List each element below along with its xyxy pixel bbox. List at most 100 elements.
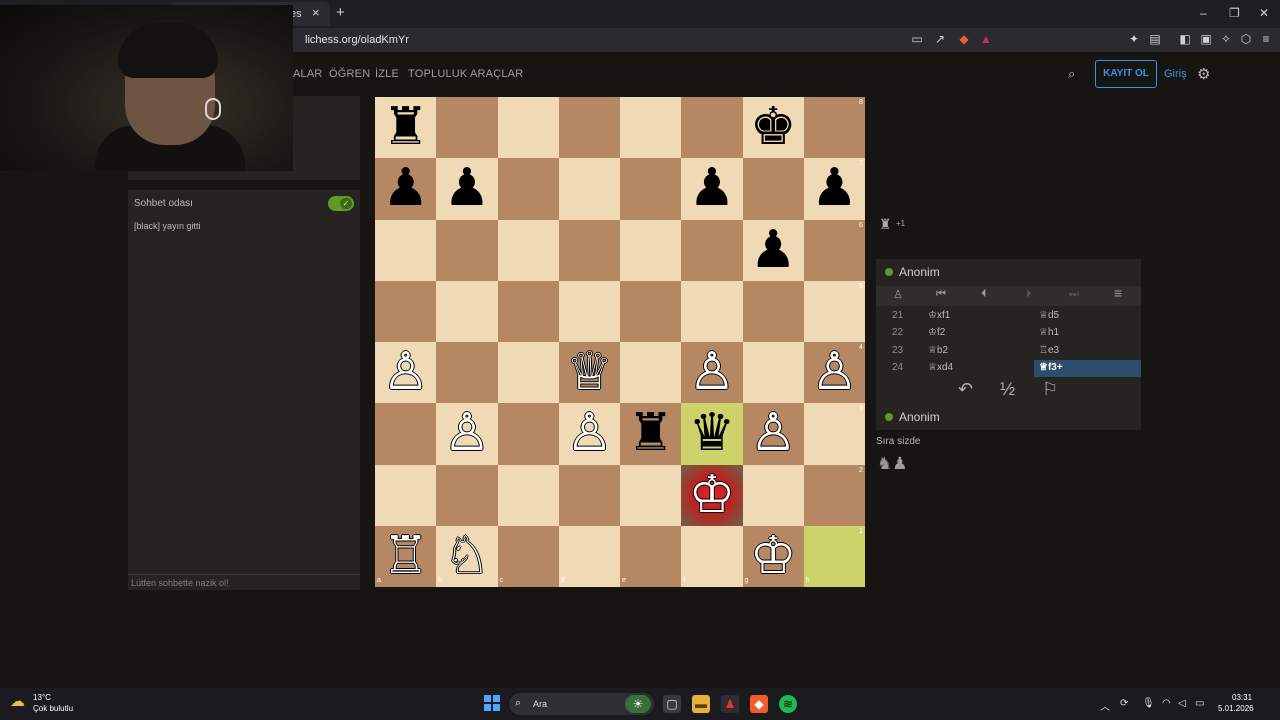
next-move-icon[interactable]: ⏵ <box>1026 288 1032 301</box>
weather-icon[interactable]: ☁ <box>10 692 25 710</box>
square-g2[interactable] <box>742 464 804 526</box>
move-white[interactable]: ♔f2 <box>928 327 945 338</box>
move-black[interactable]: ♖e3 <box>1039 345 1059 356</box>
square-d5[interactable] <box>558 280 620 342</box>
square-c8[interactable] <box>497 97 559 159</box>
tab-search-icon[interactable]: ▤ <box>1148 32 1162 46</box>
leo-ai-icon[interactable]: ✧ <box>1219 32 1233 46</box>
top-player-name[interactable]: Anonim <box>899 265 940 279</box>
piece-black-a8[interactable]: ♜ <box>375 97 436 158</box>
spotify-icon[interactable]: ≋ <box>779 695 797 713</box>
square-e5[interactable] <box>620 280 682 342</box>
piece-black-f7[interactable]: ♟ <box>681 158 742 219</box>
piece-white-f4[interactable]: ♙ <box>681 342 742 403</box>
brave-shield-icon[interactable]: ◆ <box>957 32 971 46</box>
chess-board[interactable]: 8 7 6 5 4 3 2 1 a b c d e f g h ♜ ♚ ♟ ♟ ♟ ♟ ♟ ♙ ♕ ♙ ♙ ♙ ♙ ♜ ♛ ♙ ♔ ♖ ♘ ♔ <box>375 97 865 587</box>
takeback-icon[interactable]: ↶ <box>958 379 973 400</box>
battery-icon[interactable]: ▭ <box>1195 698 1204 709</box>
piece-white-b3[interactable]: ♙ <box>436 403 497 464</box>
square-b5[interactable] <box>436 280 498 342</box>
square-h8[interactable] <box>803 97 865 159</box>
move-white[interactable]: ♕b2 <box>928 345 948 356</box>
brave-browser-icon[interactable]: ◆ <box>750 695 768 713</box>
square-d2[interactable] <box>558 464 620 526</box>
nav-community[interactable]: TOPLULUK <box>408 68 467 80</box>
last-move-icon[interactable]: ⏭ <box>1069 288 1079 301</box>
signup-button[interactable]: KAYIT OL <box>1095 60 1157 88</box>
square-d6[interactable] <box>558 219 620 281</box>
menu-icon[interactable]: ≡ <box>1114 285 1122 301</box>
restore-icon[interactable]: ❐ <box>1229 6 1240 20</box>
square-a3[interactable] <box>375 403 437 465</box>
square-b8[interactable] <box>436 97 498 159</box>
piece-white-a1[interactable]: ♖ <box>375 526 436 587</box>
square-h3[interactable] <box>803 403 865 465</box>
weather-desc[interactable]: Çok bulutlu <box>33 704 73 713</box>
app-icon[interactable]: ♟ <box>721 695 739 713</box>
piece-white-d3[interactable]: ♙ <box>559 403 620 464</box>
move-black[interactable]: ♕f3+ <box>1039 362 1063 373</box>
square-d8[interactable] <box>558 97 620 159</box>
square-d7[interactable] <box>558 158 620 220</box>
brave-rewards-icon[interactable]: ▲ <box>979 32 993 46</box>
square-f5[interactable] <box>681 280 743 342</box>
wifi-icon[interactable]: ◠ <box>1162 698 1171 709</box>
piece-white-g1[interactable]: ♔ <box>743 526 804 587</box>
square-c2[interactable] <box>497 464 559 526</box>
square-b2[interactable] <box>436 464 498 526</box>
square-c4[interactable] <box>497 342 559 404</box>
piece-white-f2[interactable]: ♔ <box>681 465 742 526</box>
square-f1[interactable] <box>681 525 743 587</box>
square-e1[interactable] <box>620 525 682 587</box>
piece-black-f3[interactable]: ♛ <box>681 403 742 464</box>
square-b6[interactable] <box>436 219 498 281</box>
resign-flag-icon[interactable]: ⚐ <box>1042 379 1058 400</box>
extensions-icon[interactable]: ✦ <box>1127 32 1141 46</box>
square-c7[interactable] <box>497 158 559 220</box>
move-black[interactable]: ♕d5 <box>1039 310 1059 321</box>
square-f6[interactable] <box>681 219 743 281</box>
square-e2[interactable] <box>620 464 682 526</box>
widgets-icon[interactable]: ☀ <box>625 695 651 713</box>
checkmark-icon[interactable]: ✓ <box>340 198 352 209</box>
vpn-icon[interactable]: ⬡ <box>1239 32 1253 46</box>
minimize-icon[interactable]: – <box>1200 6 1207 20</box>
piece-black-a7[interactable]: ♟ <box>375 158 436 219</box>
clock-date[interactable]: 5.01.2026 <box>1218 704 1254 713</box>
square-g4[interactable] <box>742 342 804 404</box>
search-icon[interactable]: ⌕ <box>1068 66 1075 82</box>
login-link[interactable]: Giriş <box>1164 68 1187 80</box>
square-c6[interactable] <box>497 219 559 281</box>
square-d1[interactable] <box>558 525 620 587</box>
analysis-icon[interactable]: ♙ <box>893 288 903 301</box>
piece-black-h7[interactable]: ♟ <box>804 158 865 219</box>
piece-white-g3[interactable]: ♙ <box>743 403 804 464</box>
draw-offer-button[interactable]: ½ <box>1000 379 1015 400</box>
piece-white-a4[interactable]: ♙ <box>375 342 436 403</box>
square-e4[interactable] <box>620 342 682 404</box>
piece-black-g8[interactable]: ♚ <box>743 97 804 158</box>
url-text[interactable]: lichess.org/oladKmYr <box>305 34 409 46</box>
volume-icon[interactable]: ◁ <box>1178 698 1186 709</box>
square-h1[interactable] <box>803 525 865 587</box>
mic-icon[interactable]: 🎙︎ <box>1142 698 1155 709</box>
task-view-icon[interactable]: ▢ <box>663 695 681 713</box>
new-tab-icon[interactable]: + <box>336 4 345 21</box>
gear-icon[interactable]: ⚙ <box>1197 65 1210 83</box>
square-c5[interactable] <box>497 280 559 342</box>
menu-icon[interactable]: ≡ <box>1259 32 1273 46</box>
square-c3[interactable] <box>497 403 559 465</box>
square-h6[interactable] <box>803 219 865 281</box>
piece-black-b7[interactable]: ♟ <box>436 158 497 219</box>
square-e6[interactable] <box>620 219 682 281</box>
nav-tools[interactable]: ARAÇLAR <box>470 68 523 80</box>
square-f8[interactable] <box>681 97 743 159</box>
first-move-icon[interactable]: ⏮ <box>936 288 946 301</box>
move-white[interactable]: ♕xd4 <box>928 362 953 373</box>
cast-icon[interactable]: ▭ <box>910 32 924 46</box>
weather-temp[interactable]: 13°C <box>33 693 51 702</box>
share-icon[interactable]: ↗ <box>933 32 947 46</box>
nav-watch[interactable]: İZLE <box>375 68 399 80</box>
nav-play[interactable]: ALAR <box>293 68 323 80</box>
clock-time[interactable]: 03:31 <box>1232 693 1252 702</box>
